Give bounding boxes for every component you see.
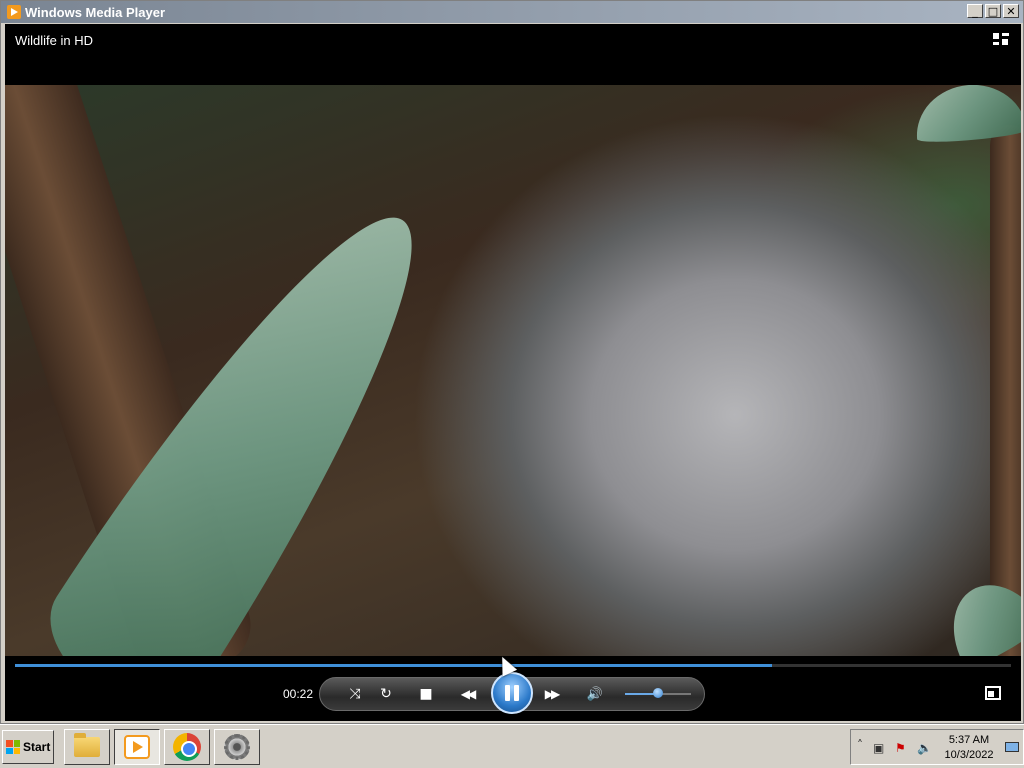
folder-icon xyxy=(74,733,100,757)
network-icon[interactable]: ▣ xyxy=(873,741,884,755)
elapsed-time: 00:22 xyxy=(283,687,314,701)
show-desktop-icon[interactable] xyxy=(1005,742,1019,752)
windows-logo-icon xyxy=(6,740,20,754)
volume-thumb[interactable] xyxy=(653,688,663,698)
title-bar[interactable]: Windows Media Player _ □ ✕ xyxy=(1,1,1023,23)
start-button[interactable]: Start xyxy=(2,730,54,764)
eucalyptus-leaf xyxy=(912,85,1021,145)
shuffle-icon[interactable]: ⤨ xyxy=(343,682,367,706)
show-hidden-icons-icon[interactable]: ˄ xyxy=(857,738,863,752)
clock-date[interactable]: 10/3/2022 xyxy=(939,749,999,761)
now-playing-title: Wildlife in HD xyxy=(15,33,94,48)
video-display[interactable] xyxy=(5,85,1021,656)
repeat-icon[interactable]: ↻ xyxy=(374,682,398,706)
taskbar: Start ˄ ▣ ⚑ 🔈 5:37 AM 10/3/2022 xyxy=(0,724,1024,768)
volume-icon[interactable]: 🔈 xyxy=(917,741,932,755)
close-button[interactable]: ✕ xyxy=(1003,4,1019,18)
taskbar-windows-media-player[interactable] xyxy=(114,729,160,765)
caption-buttons: _ □ ✕ xyxy=(967,4,1019,18)
mute-icon[interactable]: 🔊 xyxy=(583,682,607,706)
next-icon[interactable]: ▶▶ xyxy=(539,682,563,706)
player-area: Wildlife in HD 00:22 ⤨ ↻ ■ ◀◀ ▶▶ 🔊 xyxy=(5,24,1021,721)
minimize-button[interactable]: _ xyxy=(967,4,983,18)
previous-icon[interactable]: ◀◀ xyxy=(455,682,479,706)
window-title: Windows Media Player xyxy=(25,4,166,20)
switch-to-library-icon[interactable] xyxy=(993,33,1009,49)
maximize-button[interactable]: □ xyxy=(985,4,1001,18)
clock-time[interactable]: 5:37 AM xyxy=(939,734,999,746)
chrome-icon xyxy=(173,733,201,761)
taskbar-file-explorer[interactable] xyxy=(64,729,110,765)
volume-slider[interactable] xyxy=(625,688,691,698)
pause-button[interactable] xyxy=(491,672,533,714)
tree-branch xyxy=(990,125,1021,656)
gear-icon xyxy=(224,734,250,760)
start-label: Start xyxy=(23,740,51,754)
taskbar-settings[interactable] xyxy=(214,729,260,765)
stop-icon[interactable]: ■ xyxy=(414,682,438,706)
windows-media-player-icon xyxy=(124,735,150,759)
media-player-window: Windows Media Player _ □ ✕ Wildlife in H… xyxy=(0,0,1024,724)
fullscreen-icon[interactable] xyxy=(985,686,1001,700)
system-tray: ˄ ▣ ⚑ 🔈 5:37 AM 10/3/2022 xyxy=(850,729,1024,765)
windows-media-player-icon xyxy=(7,5,21,19)
action-center-icon[interactable]: ⚑ xyxy=(895,741,906,755)
taskbar-chrome[interactable] xyxy=(164,729,210,765)
seek-bar-progress xyxy=(15,664,772,667)
